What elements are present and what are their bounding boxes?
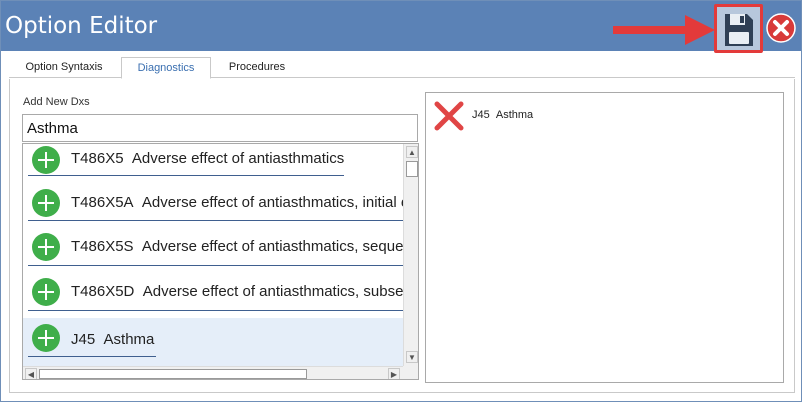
list-item-text: T486X5 Adverse effect of antiasthmatics <box>71 150 344 167</box>
dx-code: T486X5 <box>71 150 124 167</box>
dx-code: J45 <box>472 109 490 121</box>
dx-code: T486X5A <box>71 194 134 211</box>
list-item[interactable]: T486X5A Adverse effect of antiasthmatics… <box>23 183 403 223</box>
scroll-corner <box>403 366 418 379</box>
item-underline <box>28 310 403 311</box>
list-item[interactable]: T486X5D Adverse effect of antiasthmatics… <box>23 273 403 313</box>
save-button[interactable] <box>714 4 763 53</box>
close-circle-icon[interactable] <box>766 13 796 43</box>
scroll-right-arrow-icon[interactable]: ▶ <box>388 368 400 379</box>
selected-dxs-panel: J45 Asthma <box>425 92 784 383</box>
dx-description: Adverse effect of antiasthmatics, sequel… <box>141 238 403 255</box>
list-item[interactable]: T486X5S Adverse effect of antiasthmatics… <box>23 228 403 268</box>
window-title: Option Editor <box>5 13 158 39</box>
add-icon[interactable] <box>32 189 60 217</box>
tab-diagnostics[interactable]: Diagnostics <box>121 57 211 79</box>
add-new-dxs-label: Add New Dxs <box>23 96 90 108</box>
list-item-text: J45 Asthma <box>71 331 154 348</box>
item-underline <box>28 220 403 221</box>
scroll-left-arrow-icon[interactable]: ◀ <box>25 368 37 379</box>
item-underline <box>28 356 156 357</box>
list-item-text: T486X5S Adverse effect of antiasthmatics… <box>71 238 403 255</box>
dx-description: Asthma <box>103 331 155 348</box>
selected-dx-text: J45 Asthma <box>472 109 533 121</box>
scroll-up-arrow-icon[interactable]: ▲ <box>406 146 418 158</box>
horizontal-scroll-thumb[interactable] <box>39 369 307 379</box>
tab-option-syntaxis[interactable]: Option Syntaxis <box>9 57 119 78</box>
horizontal-scrollbar[interactable]: ◀ ▶ <box>23 366 403 379</box>
option-editor-window: Option Editor Option Syntaxis Diagnostic… <box>0 0 802 402</box>
dx-code: T486X5D <box>71 283 135 300</box>
list-item-selected[interactable]: J45 Asthma <box>23 318 403 366</box>
results-viewport: T486X5 Adverse effect of antiasthmatics … <box>23 144 403 366</box>
floppy-disk-icon <box>725 14 753 46</box>
item-underline <box>28 265 403 266</box>
add-icon[interactable] <box>32 233 60 261</box>
list-item[interactable]: T486X5 Adverse effect of antiasthmatics <box>23 144 403 182</box>
scroll-down-arrow-icon[interactable]: ▼ <box>406 351 418 363</box>
remove-icon[interactable] <box>434 101 464 131</box>
vertical-scroll-thumb[interactable] <box>406 161 418 177</box>
item-underline <box>28 175 344 176</box>
list-item-text: T486X5D Adverse effect of antiasthmatics… <box>71 283 403 300</box>
results-list: T486X5 Adverse effect of antiasthmatics … <box>22 143 419 380</box>
add-icon[interactable] <box>32 278 60 306</box>
search-input[interactable] <box>22 114 418 142</box>
title-bar: Option Editor <box>1 1 801 53</box>
tab-procedures[interactable]: Procedures <box>213 57 301 78</box>
dx-description: Adverse effect of antiasthmatics <box>131 150 345 167</box>
arrow-right-icon <box>613 15 715 45</box>
add-icon[interactable] <box>32 146 60 174</box>
vertical-scrollbar[interactable]: ▲ ▼ <box>403 144 418 366</box>
dx-description: Asthma <box>495 109 534 121</box>
dx-code: T486X5S <box>71 238 134 255</box>
list-item-text: T486X5A Adverse effect of antiasthmatics… <box>71 194 403 211</box>
dx-description: Adverse effect of antiasthmatics, initia… <box>141 194 403 211</box>
add-icon[interactable] <box>32 324 60 352</box>
dx-description: Adverse effect of antiasthmatics, subseq <box>142 283 403 300</box>
tab-bar: Option Syntaxis Diagnostics Procedures <box>9 57 795 79</box>
dx-code: J45 <box>71 331 96 348</box>
